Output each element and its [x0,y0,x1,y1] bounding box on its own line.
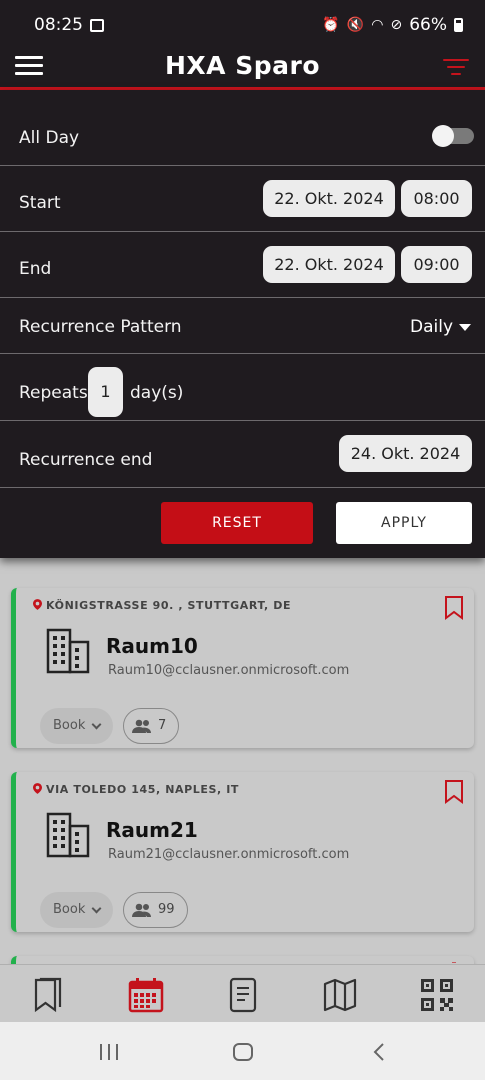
all-day-row: All Day [0,90,485,166]
chevron-down-icon [91,903,102,914]
recurrence-pattern-label: Recurrence Pattern [19,317,182,337]
room-name: Raum10 [106,634,198,658]
recurrence-pattern-select[interactable]: Daily [410,317,471,337]
start-label: Start [19,193,61,213]
dnd-icon: ⊘ [390,17,403,33]
qr-code-icon[interactable] [417,975,457,1015]
alarm-icon: ⏰ [322,17,340,33]
calendar-icon[interactable] [126,975,166,1015]
room-address: KÖNIGSTRASSE 90. , STUTTGART, DE [46,599,292,612]
app-title: HXA Sparo [164,51,321,80]
bookmark-icon[interactable] [444,596,464,620]
chevron-down-icon [91,719,102,730]
room-name: Raum21 [106,818,198,842]
location-pin-icon [33,599,42,610]
end-row: End 22. Okt. 2024 09:00 [0,232,485,298]
location-pin-icon [33,783,42,794]
filter-panel: All Day Start 22. Okt. 2024 08:00 End 22… [0,90,485,558]
repeats-label: Repeats [19,383,88,403]
people-icon [132,719,151,733]
home-icon[interactable] [232,1042,254,1062]
recurrence-pattern-value: Daily [409,317,453,337]
building-icon [46,628,90,674]
building-icon [46,812,90,858]
bookmark-icon[interactable] [444,780,464,804]
room-email: Raum21@cclausner.onmicrosoft.com [108,847,350,862]
capacity-badge: 7 [123,708,180,744]
mute-icon: 🔇 [346,17,365,33]
all-day-toggle[interactable] [432,125,474,147]
end-time-field[interactable]: 09:00 [401,246,472,283]
recurrence-end-row: Recurrence end 24. Okt. 2024 [0,421,485,488]
wifi-icon: ◠ [371,17,384,33]
repeats-row: Repeats 1 day(s) [0,354,485,421]
repeats-input[interactable]: 1 [88,367,123,417]
back-icon[interactable] [370,1042,390,1062]
book-label: Book [53,902,86,917]
all-day-label: All Day [19,128,80,148]
repeats-unit: day(s) [130,383,184,403]
status-time: 08:25 [34,15,83,35]
recurrence-end-label: Recurrence end [19,450,153,470]
start-row: Start 22. Okt. 2024 08:00 [0,166,485,232]
recurrence-pattern-row: Recurrence Pattern Daily [0,298,485,354]
system-nav-bar [0,1022,485,1080]
battery-percent: 66% [409,15,447,35]
start-time-field[interactable]: 08:00 [401,180,472,217]
battery-icon [454,18,463,32]
status-bar: 08:25 ⏰ 🔇 ◠ ⊘ 66% [0,0,485,46]
room-email: Raum10@cclausner.onmicrosoft.com [108,663,350,678]
room-address: VIA TOLEDO 145, NAPLES, IT [46,783,240,796]
bookmarks-icon[interactable] [28,975,68,1015]
room-card[interactable]: VIA TOLEDO 145, NAPLES, IT Raum21 Raum21… [11,772,474,932]
apply-button[interactable]: APPLY [336,502,472,544]
status-icons: ⏰ 🔇 ◠ ⊘ 66% [322,15,463,35]
recent-apps-icon[interactable] [98,1042,120,1062]
capacity-value: 7 [158,718,167,733]
book-dropdown[interactable]: Book [40,892,113,928]
map-icon[interactable] [320,975,360,1015]
capacity-badge: 99 [123,892,188,928]
start-date-field[interactable]: 22. Okt. 2024 [263,180,395,217]
recurrence-end-date-field[interactable]: 24. Okt. 2024 [339,435,472,472]
gallery-icon [90,19,104,32]
capacity-value: 99 [158,902,175,917]
document-icon[interactable] [223,975,263,1015]
caret-down-icon [459,323,471,331]
book-dropdown[interactable]: Book [40,708,113,744]
app-header: HXA Sparo [0,46,485,90]
end-label: End [19,259,52,279]
reset-button[interactable]: RESET [161,502,313,544]
end-date-field[interactable]: 22. Okt. 2024 [263,246,395,283]
bottom-nav [0,964,485,1022]
book-label: Book [53,718,86,733]
filter-icon[interactable] [443,59,469,77]
people-icon [132,903,151,917]
room-card[interactable]: KÖNIGSTRASSE 90. , STUTTGART, DE Raum10 … [11,588,474,748]
